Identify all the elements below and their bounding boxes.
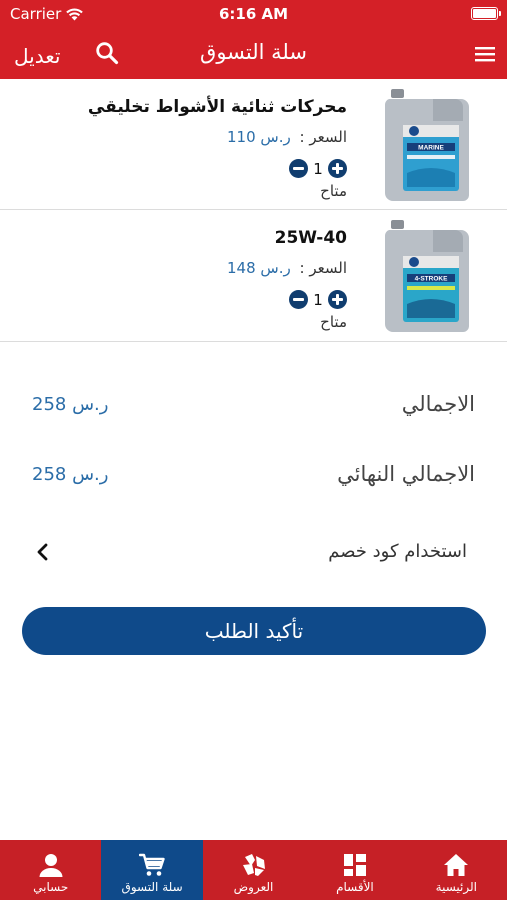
cart-item[interactable]: 4-STROKE 25W-40 السعر : ر.س 148 1 متاح — [0, 210, 507, 342]
quantity-stepper: 1 — [289, 159, 347, 178]
product-image[interactable]: MARINE — [383, 87, 471, 203]
price-row: السعر : ر.س 148 — [227, 259, 347, 277]
cart-item[interactable]: MARINE محركات ثنائية الأشواط تخليقي السع… — [0, 79, 507, 210]
price-label: السعر : — [299, 259, 347, 277]
confirm-order-button[interactable]: تأكيد الطلب — [22, 607, 486, 655]
app-header: Carrier 6:16 AM تعديل سلة التسوق — [0, 0, 507, 79]
tab-label: العروض — [233, 880, 274, 894]
status-time: 6:16 AM — [218, 5, 289, 23]
cart-icon — [139, 853, 165, 876]
decrease-quantity-button[interactable] — [289, 159, 308, 178]
quantity-value: 1 — [313, 159, 323, 178]
tab-account[interactable]: حسابي — [0, 840, 101, 900]
product-name[interactable]: 25W-40 — [275, 228, 347, 248]
page-title: سلة التسوق — [200, 40, 307, 64]
quantity-value: 1 — [313, 290, 323, 309]
increase-quantity-button[interactable] — [328, 159, 347, 178]
user-icon — [39, 854, 63, 877]
status-bar: Carrier 6:16 AM — [0, 0, 507, 28]
availability-status: متاح — [320, 313, 347, 331]
nav-bar: تعديل سلة التسوق — [0, 28, 507, 79]
tab-label: الأقسام — [336, 880, 374, 894]
tab-cart[interactable]: سلة التسوق — [101, 840, 203, 900]
cart-list: MARINE محركات ثنائية الأشواط تخليقي السع… — [0, 79, 507, 342]
price-row: السعر : ر.س 110 — [227, 128, 347, 146]
battery-icon — [471, 7, 501, 20]
discount-code-row[interactable]: استخدام كود خصم — [0, 532, 507, 572]
categories-icon — [343, 854, 366, 876]
tab-label: سلة التسوق — [121, 880, 183, 894]
tab-label: الرئيسية — [435, 880, 477, 894]
decrease-quantity-button[interactable] — [289, 290, 308, 309]
tab-label: حسابي — [33, 880, 69, 894]
quantity-stepper: 1 — [289, 290, 347, 309]
final-total-value: ر.س 258 — [32, 464, 109, 485]
home-icon — [444, 854, 469, 876]
menu-icon[interactable] — [475, 46, 495, 62]
final-total-label: الاجمالي النهائي — [337, 462, 475, 486]
total-value: ر.س 258 — [32, 394, 109, 415]
tab-home[interactable]: الرئيسية — [406, 840, 507, 900]
availability-status: متاح — [320, 182, 347, 200]
product-name[interactable]: محركات ثنائية الأشواط تخليقي — [88, 97, 347, 117]
price-label: السعر : — [299, 128, 347, 146]
total-row: الاجمالي ر.س 258 — [0, 384, 507, 424]
discount-code-label: استخدام كود خصم — [328, 541, 467, 562]
increase-quantity-button[interactable] — [328, 290, 347, 309]
total-label: الاجمالي — [401, 392, 475, 416]
product-image-label: MARINE — [418, 145, 444, 152]
tab-categories[interactable]: الأقسام — [304, 840, 405, 900]
chevron-left-icon — [37, 543, 48, 561]
final-total-row: الاجمالي النهائي ر.س 258 — [0, 454, 507, 494]
price-value: ر.س 148 — [227, 259, 291, 277]
price-value: ر.س 110 — [227, 128, 291, 146]
product-image-label: 4-STROKE — [415, 276, 449, 283]
offers-icon — [242, 854, 265, 876]
tab-bar: حسابي سلة التسوق العروض الأقسام الرئيسية — [0, 840, 507, 900]
product-image[interactable]: 4-STROKE — [383, 218, 471, 334]
tab-offers[interactable]: العروض — [203, 840, 304, 900]
